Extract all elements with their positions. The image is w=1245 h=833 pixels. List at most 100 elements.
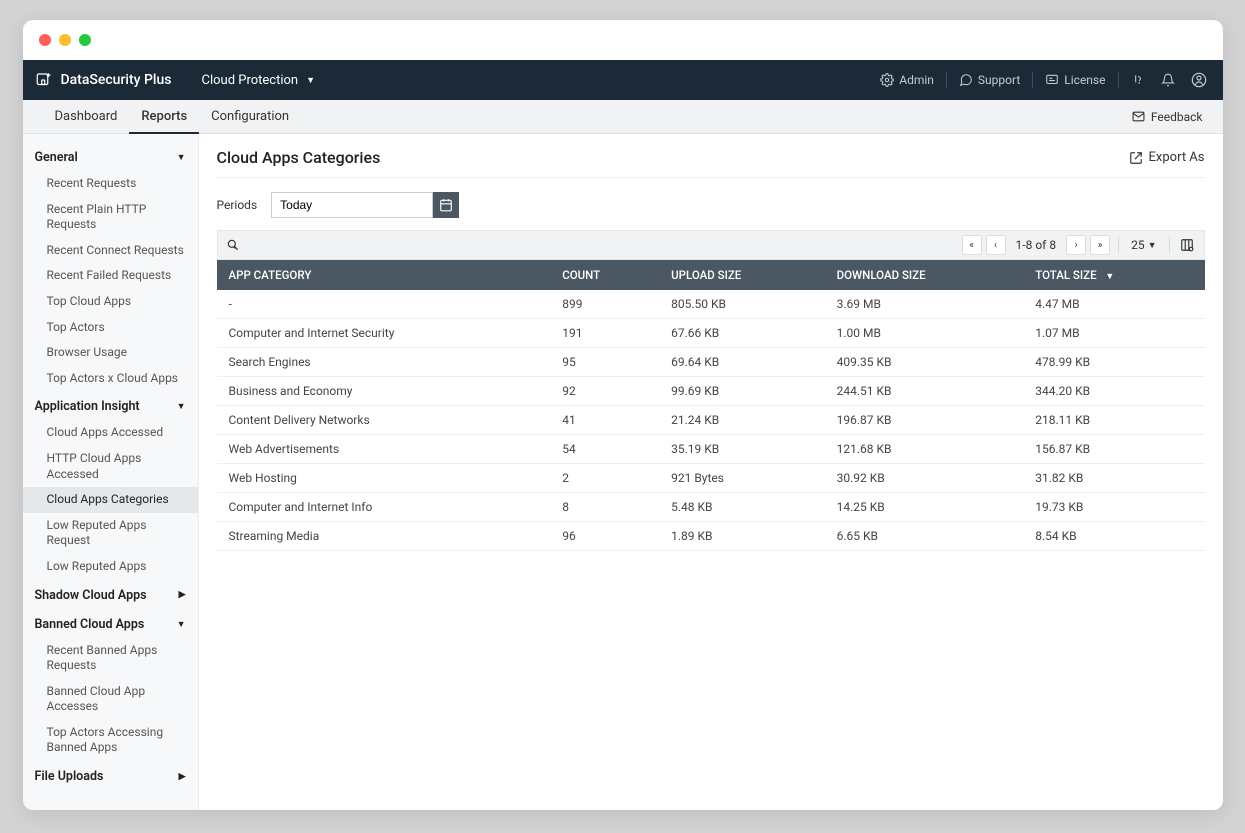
table-row[interactable]: -899805.50 KB3.69 MB4.47 MB bbox=[217, 290, 1205, 319]
cell-count: 2 bbox=[550, 464, 659, 493]
sidebar-item-cloud-apps-categories[interactable]: Cloud Apps Categories bbox=[23, 487, 198, 513]
cell-download: 1.00 MB bbox=[825, 319, 1024, 348]
cell-category: Streaming Media bbox=[217, 522, 551, 551]
pagination-text: 1-8 of 8 bbox=[1010, 238, 1063, 252]
content: Cloud Apps Categories Export As Periods bbox=[199, 134, 1223, 810]
col-total-label: TOTAL SIZE bbox=[1035, 268, 1096, 282]
table-row[interactable]: Search Engines9569.64 KB409.35 KB478.99 … bbox=[217, 348, 1205, 377]
table-search-button[interactable] bbox=[226, 238, 240, 253]
sidebar-item-recent-failed[interactable]: Recent Failed Requests bbox=[23, 263, 198, 289]
sidebar-item-recent-plain-http[interactable]: Recent Plain HTTP Requests bbox=[23, 197, 198, 238]
col-total[interactable]: TOTAL SIZE ▼ bbox=[1023, 260, 1204, 290]
sidebar-section-app-insight[interactable]: Application Insight ▼ bbox=[23, 391, 198, 420]
cell-count: 8 bbox=[550, 493, 659, 522]
page-next-button[interactable]: › bbox=[1066, 235, 1086, 255]
cell-download: 3.69 MB bbox=[825, 290, 1024, 319]
sidebar-item-recent-requests[interactable]: Recent Requests bbox=[23, 171, 198, 197]
chevron-right-icon: ▶ bbox=[179, 772, 186, 782]
sidebar-section-label: Application Insight bbox=[35, 399, 140, 414]
app-window: DataSecurity Plus Cloud Protection ▼ Adm… bbox=[23, 20, 1223, 810]
separator bbox=[1118, 72, 1119, 88]
col-count[interactable]: COUNT bbox=[550, 260, 659, 290]
user-menu[interactable] bbox=[1187, 72, 1211, 88]
table-row[interactable]: Business and Economy9299.69 KB244.51 KB3… bbox=[217, 377, 1205, 406]
data-table: APP CATEGORY COUNT UPLOAD SIZE DOWNLOAD … bbox=[217, 260, 1205, 551]
help-link[interactable] bbox=[1127, 73, 1149, 87]
sidebar-section-shadow[interactable]: Shadow Cloud Apps ▶ bbox=[23, 580, 198, 609]
nav-reports[interactable]: Reports bbox=[129, 100, 199, 134]
cell-download: 6.65 KB bbox=[825, 522, 1024, 551]
sidebar-item-http-cloud-apps-accessed[interactable]: HTTP Cloud Apps Accessed bbox=[23, 446, 198, 487]
cell-upload: 805.50 KB bbox=[659, 290, 825, 319]
admin-link[interactable]: Admin bbox=[876, 73, 938, 87]
sidebar-item-recent-banned-requests[interactable]: Recent Banned Apps Requests bbox=[23, 638, 198, 679]
support-link[interactable]: Support bbox=[955, 73, 1024, 87]
cell-count: 92 bbox=[550, 377, 659, 406]
export-button[interactable]: Export As bbox=[1129, 150, 1205, 165]
table-row[interactable]: Computer and Internet Info85.48 KB14.25 … bbox=[217, 493, 1205, 522]
calendar-button[interactable] bbox=[433, 192, 459, 218]
cell-count: 191 bbox=[550, 319, 659, 348]
page-last-button[interactable]: » bbox=[1090, 235, 1110, 255]
period-input-wrap bbox=[271, 192, 433, 218]
table-row[interactable]: Web Hosting2921 Bytes30.92 KB31.82 KB bbox=[217, 464, 1205, 493]
sidebar-section-file-uploads[interactable]: File Uploads ▶ bbox=[23, 761, 198, 790]
col-upload[interactable]: UPLOAD SIZE bbox=[659, 260, 825, 290]
sidebar-item-banned-accesses[interactable]: Banned Cloud App Accesses bbox=[23, 679, 198, 720]
cell-category: Web Hosting bbox=[217, 464, 551, 493]
cell-download: 121.68 KB bbox=[825, 435, 1024, 464]
feedback-label: Feedback bbox=[1151, 110, 1203, 124]
nav-configuration[interactable]: Configuration bbox=[199, 100, 301, 134]
sidebar-item-low-reputed-request[interactable]: Low Reputed Apps Request bbox=[23, 513, 198, 554]
cell-count: 41 bbox=[550, 406, 659, 435]
page-prev-button[interactable]: ‹ bbox=[986, 235, 1006, 255]
sidebar-item-browser-usage[interactable]: Browser Usage bbox=[23, 340, 198, 366]
period-input[interactable] bbox=[272, 193, 432, 217]
nav-dashboard[interactable]: Dashboard bbox=[43, 100, 130, 134]
maximize-icon[interactable] bbox=[79, 34, 91, 46]
user-icon bbox=[1191, 72, 1207, 88]
sidebar-item-low-reputed-apps[interactable]: Low Reputed Apps bbox=[23, 554, 198, 580]
cell-category: - bbox=[217, 290, 551, 319]
module-dropdown[interactable]: Cloud Protection ▼ bbox=[201, 73, 315, 88]
notifications-link[interactable] bbox=[1157, 73, 1179, 87]
table-row[interactable]: Content Delivery Networks4121.24 KB196.8… bbox=[217, 406, 1205, 435]
cell-category: Business and Economy bbox=[217, 377, 551, 406]
sidebar-item-top-actors[interactable]: Top Actors bbox=[23, 315, 198, 341]
sidebar-item-actors-x-cloud-apps[interactable]: Top Actors x Cloud Apps bbox=[23, 366, 198, 392]
col-download[interactable]: DOWNLOAD SIZE bbox=[825, 260, 1024, 290]
gear-icon bbox=[880, 73, 894, 87]
sidebar-section-label: General bbox=[35, 150, 78, 165]
chevron-down-icon: ▼ bbox=[177, 401, 186, 412]
periods-label: Periods bbox=[217, 198, 258, 212]
cell-total: 478.99 KB bbox=[1023, 348, 1204, 377]
sidebar-item-top-actors-banned[interactable]: Top Actors Accessing Banned Apps bbox=[23, 720, 198, 761]
sidebar-item-recent-connect[interactable]: Recent Connect Requests bbox=[23, 238, 198, 264]
sidebar-section-label: Banned Cloud Apps bbox=[35, 617, 145, 632]
sidebar-item-top-cloud-apps[interactable]: Top Cloud Apps bbox=[23, 289, 198, 315]
table-row[interactable]: Streaming Media961.89 KB6.65 KB8.54 KB bbox=[217, 522, 1205, 551]
chevron-down-icon: ▼ bbox=[177, 152, 186, 163]
table-row[interactable]: Web Advertisements5435.19 KB121.68 KB156… bbox=[217, 435, 1205, 464]
brand-logo-icon bbox=[35, 71, 53, 89]
table-row[interactable]: Computer and Internet Security19167.66 K… bbox=[217, 319, 1205, 348]
cell-download: 14.25 KB bbox=[825, 493, 1024, 522]
minimize-icon[interactable] bbox=[59, 34, 71, 46]
sidebar-section-banned[interactable]: Banned Cloud Apps ▼ bbox=[23, 609, 198, 638]
license-label: License bbox=[1064, 73, 1105, 87]
cell-download: 196.87 KB bbox=[825, 406, 1024, 435]
separator bbox=[1169, 237, 1170, 253]
cell-total: 156.87 KB bbox=[1023, 435, 1204, 464]
license-link[interactable]: License bbox=[1041, 73, 1109, 87]
export-icon bbox=[1129, 151, 1143, 165]
col-category[interactable]: APP CATEGORY bbox=[217, 260, 551, 290]
sidebar-section-general[interactable]: General ▼ bbox=[23, 142, 198, 171]
sidebar-item-cloud-apps-accessed[interactable]: Cloud Apps Accessed bbox=[23, 420, 198, 446]
page-first-button[interactable]: « bbox=[962, 235, 982, 255]
page-size-dropdown[interactable]: 25 ▼ bbox=[1127, 238, 1160, 252]
separator bbox=[946, 72, 947, 88]
close-icon[interactable] bbox=[39, 34, 51, 46]
feedback-link[interactable]: Feedback bbox=[1132, 110, 1203, 124]
column-settings-button[interactable] bbox=[1178, 238, 1196, 253]
cell-total: 19.73 KB bbox=[1023, 493, 1204, 522]
